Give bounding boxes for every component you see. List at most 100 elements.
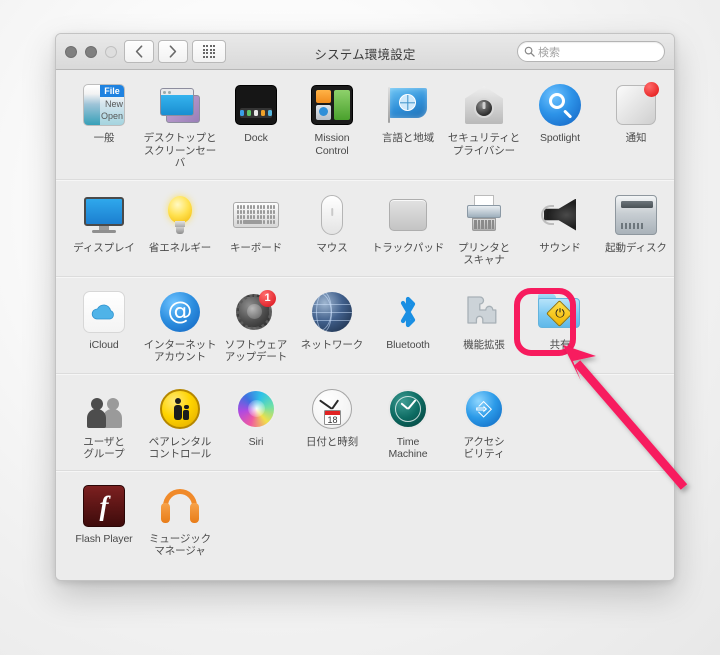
pref-label: Mission Control bbox=[314, 132, 350, 157]
at-sign-icon: @ bbox=[157, 289, 203, 335]
time-machine-icon bbox=[385, 386, 431, 432]
pref-item-extensions[interactable]: 機能拡張 bbox=[446, 289, 522, 352]
pref-item-displays[interactable]: ディスプレイ bbox=[66, 192, 142, 255]
pref-item-dock[interactable]: Dock bbox=[218, 82, 294, 145]
language-region-flag-icon bbox=[385, 82, 431, 128]
pref-label: ディスプレイ bbox=[73, 241, 135, 254]
pref-item-general[interactable]: File New Open 一般 bbox=[66, 82, 142, 145]
hard-disk-icon bbox=[613, 192, 659, 238]
pref-item-bluetooth[interactable]: Bluetooth bbox=[370, 289, 446, 352]
trackpad-icon bbox=[385, 192, 431, 238]
pref-item-sharing[interactable]: ⏻ 共有 bbox=[522, 289, 598, 352]
search-icon bbox=[524, 46, 535, 57]
pref-label: ネットワーク bbox=[300, 338, 364, 351]
pref-item-flash-player[interactable]: f Flash Player bbox=[66, 483, 142, 546]
pref-item-mission-control[interactable]: Mission Control bbox=[294, 82, 370, 157]
lightbulb-icon bbox=[157, 192, 203, 238]
pref-label: Spotlight bbox=[540, 132, 580, 144]
pref-label: アクセシ ビリティ bbox=[463, 435, 505, 461]
general-icon: File New Open bbox=[81, 82, 127, 128]
puzzle-piece-icon bbox=[461, 289, 507, 335]
walking-person-glyph-icon: ⏻ bbox=[555, 305, 565, 320]
pref-label: 言語と地域 bbox=[382, 132, 434, 144]
general-icon-item1: New bbox=[104, 99, 123, 109]
pref-item-security-privacy[interactable]: セキュリティと プライバシー bbox=[446, 82, 522, 157]
pref-label: セキュリティと プライバシー bbox=[447, 132, 521, 157]
bluetooth-glyph-icon bbox=[400, 296, 416, 327]
notification-badge-dot bbox=[644, 82, 659, 97]
spotlight-icon bbox=[537, 82, 583, 128]
pref-item-mouse[interactable]: マウス bbox=[294, 192, 370, 255]
window-titlebar: システム環境設定 検索 bbox=[56, 34, 674, 70]
headphones-icon bbox=[157, 483, 203, 529]
globe-icon bbox=[309, 289, 355, 335]
pref-label: ペアレンタル コントロール bbox=[148, 435, 212, 461]
keyboard-icon bbox=[233, 192, 279, 238]
pref-item-trackpad[interactable]: トラックパッド bbox=[370, 192, 446, 255]
dock-icon bbox=[233, 82, 279, 128]
pref-item-users-groups[interactable]: ユーザと グループ bbox=[66, 386, 142, 461]
parental-controls-icon bbox=[157, 386, 203, 432]
calendar-day-number: 18 bbox=[327, 414, 338, 425]
pref-label: 機能拡張 bbox=[463, 338, 505, 351]
at-sign-glyph: @ bbox=[160, 291, 200, 332]
pref-item-music-manager[interactable]: ミュージック マネージャ bbox=[142, 483, 218, 558]
pref-label: 一般 bbox=[93, 132, 115, 144]
siri-icon bbox=[233, 386, 279, 432]
pref-item-parental-controls[interactable]: ペアレンタル コントロール bbox=[142, 386, 218, 461]
pref-item-desktop-screensaver[interactable]: デスクトップと スクリーンセーバ bbox=[142, 82, 218, 170]
pref-label: デスクトップと スクリーンセーバ bbox=[143, 132, 217, 169]
search-field[interactable]: 検索 bbox=[517, 41, 665, 62]
desktop-screensaver-icon bbox=[157, 82, 203, 128]
pref-item-accessibility[interactable]: ⎆ アクセシ ビリティ bbox=[446, 386, 522, 461]
cloud-glyph-icon bbox=[91, 304, 114, 319]
search-placeholder: 検索 bbox=[538, 46, 560, 59]
accessibility-icon: ⎆ bbox=[461, 386, 507, 432]
pref-label: 起動ディスク bbox=[605, 241, 667, 254]
pref-label: ミュージック マネージャ bbox=[148, 532, 212, 558]
bluetooth-icon bbox=[385, 289, 431, 335]
pref-item-sound[interactable]: サウンド bbox=[522, 192, 598, 255]
prefs-row: ユーザと グループ ペアレンタル コントロール Siri 18 日付と時刻 Ti… bbox=[56, 374, 674, 471]
pref-label: 通知 bbox=[625, 132, 647, 144]
system-preferences-window: システム環境設定 検索 File New Open 一般 デスクトップと スクリ… bbox=[55, 33, 675, 581]
pref-item-siri[interactable]: Siri bbox=[218, 386, 294, 449]
puzzle-glyph-icon bbox=[467, 295, 497, 324]
pref-label: ソフトウェア アップデート bbox=[224, 338, 288, 364]
pref-label: Time Machine bbox=[388, 435, 428, 461]
cloud-icon bbox=[81, 289, 127, 335]
pref-label: iCloud bbox=[89, 338, 119, 351]
clock-icon: 18 bbox=[309, 386, 355, 432]
security-privacy-icon bbox=[461, 82, 507, 128]
pref-item-keyboard[interactable]: キーボード bbox=[218, 192, 294, 255]
pref-item-time-machine[interactable]: Time Machine bbox=[370, 386, 446, 461]
pref-item-language-region[interactable]: 言語と地域 bbox=[370, 82, 446, 145]
prefs-row: f Flash Player ミュージック マネージャ bbox=[56, 471, 674, 567]
printer-icon bbox=[461, 192, 507, 238]
mission-control-icon bbox=[309, 82, 355, 128]
pref-item-network[interactable]: ネットワーク bbox=[294, 289, 370, 352]
pref-item-printers-scanners[interactable]: プリンタと スキャナ bbox=[446, 192, 522, 267]
pref-label: マウス bbox=[316, 241, 348, 254]
pref-item-energy-saver[interactable]: 省エネルギー bbox=[142, 192, 218, 255]
pref-label: インターネット アカウント bbox=[143, 338, 217, 364]
preferences-grid: File New Open 一般 デスクトップと スクリーンセーバ Dock M… bbox=[56, 70, 674, 580]
pref-item-icloud[interactable]: iCloud bbox=[66, 289, 142, 352]
prefs-row: ディスプレイ 省エネルギー キーボード マウス トラックパッド プリンタと スキ… bbox=[56, 180, 674, 277]
pref-label: Bluetooth bbox=[386, 338, 430, 351]
pref-item-internet-accounts[interactable]: @ インターネット アカウント bbox=[142, 289, 218, 364]
pref-item-software-update[interactable]: 1 ソフトウェア アップデート bbox=[218, 289, 294, 364]
prefs-row: File New Open 一般 デスクトップと スクリーンセーバ Dock M… bbox=[56, 70, 674, 180]
users-icon bbox=[81, 386, 127, 432]
pref-item-startup-disk[interactable]: 起動ディスク bbox=[598, 192, 674, 255]
pref-label: サウンド bbox=[539, 241, 581, 254]
pref-label: プリンタと スキャナ bbox=[458, 241, 510, 267]
notifications-icon bbox=[613, 82, 659, 128]
pref-item-spotlight[interactable]: Spotlight bbox=[522, 82, 598, 145]
pref-item-date-time[interactable]: 18 日付と時刻 bbox=[294, 386, 370, 449]
pref-item-notifications[interactable]: 通知 bbox=[598, 82, 674, 145]
general-icon-item2: Open bbox=[100, 111, 123, 121]
prefs-row: iCloud @ インターネット アカウント 1 ソフトウェア アップデート ネ… bbox=[56, 277, 674, 374]
sharing-folder-icon: ⏻ bbox=[537, 289, 583, 335]
pref-label: Flash Player bbox=[75, 532, 133, 545]
